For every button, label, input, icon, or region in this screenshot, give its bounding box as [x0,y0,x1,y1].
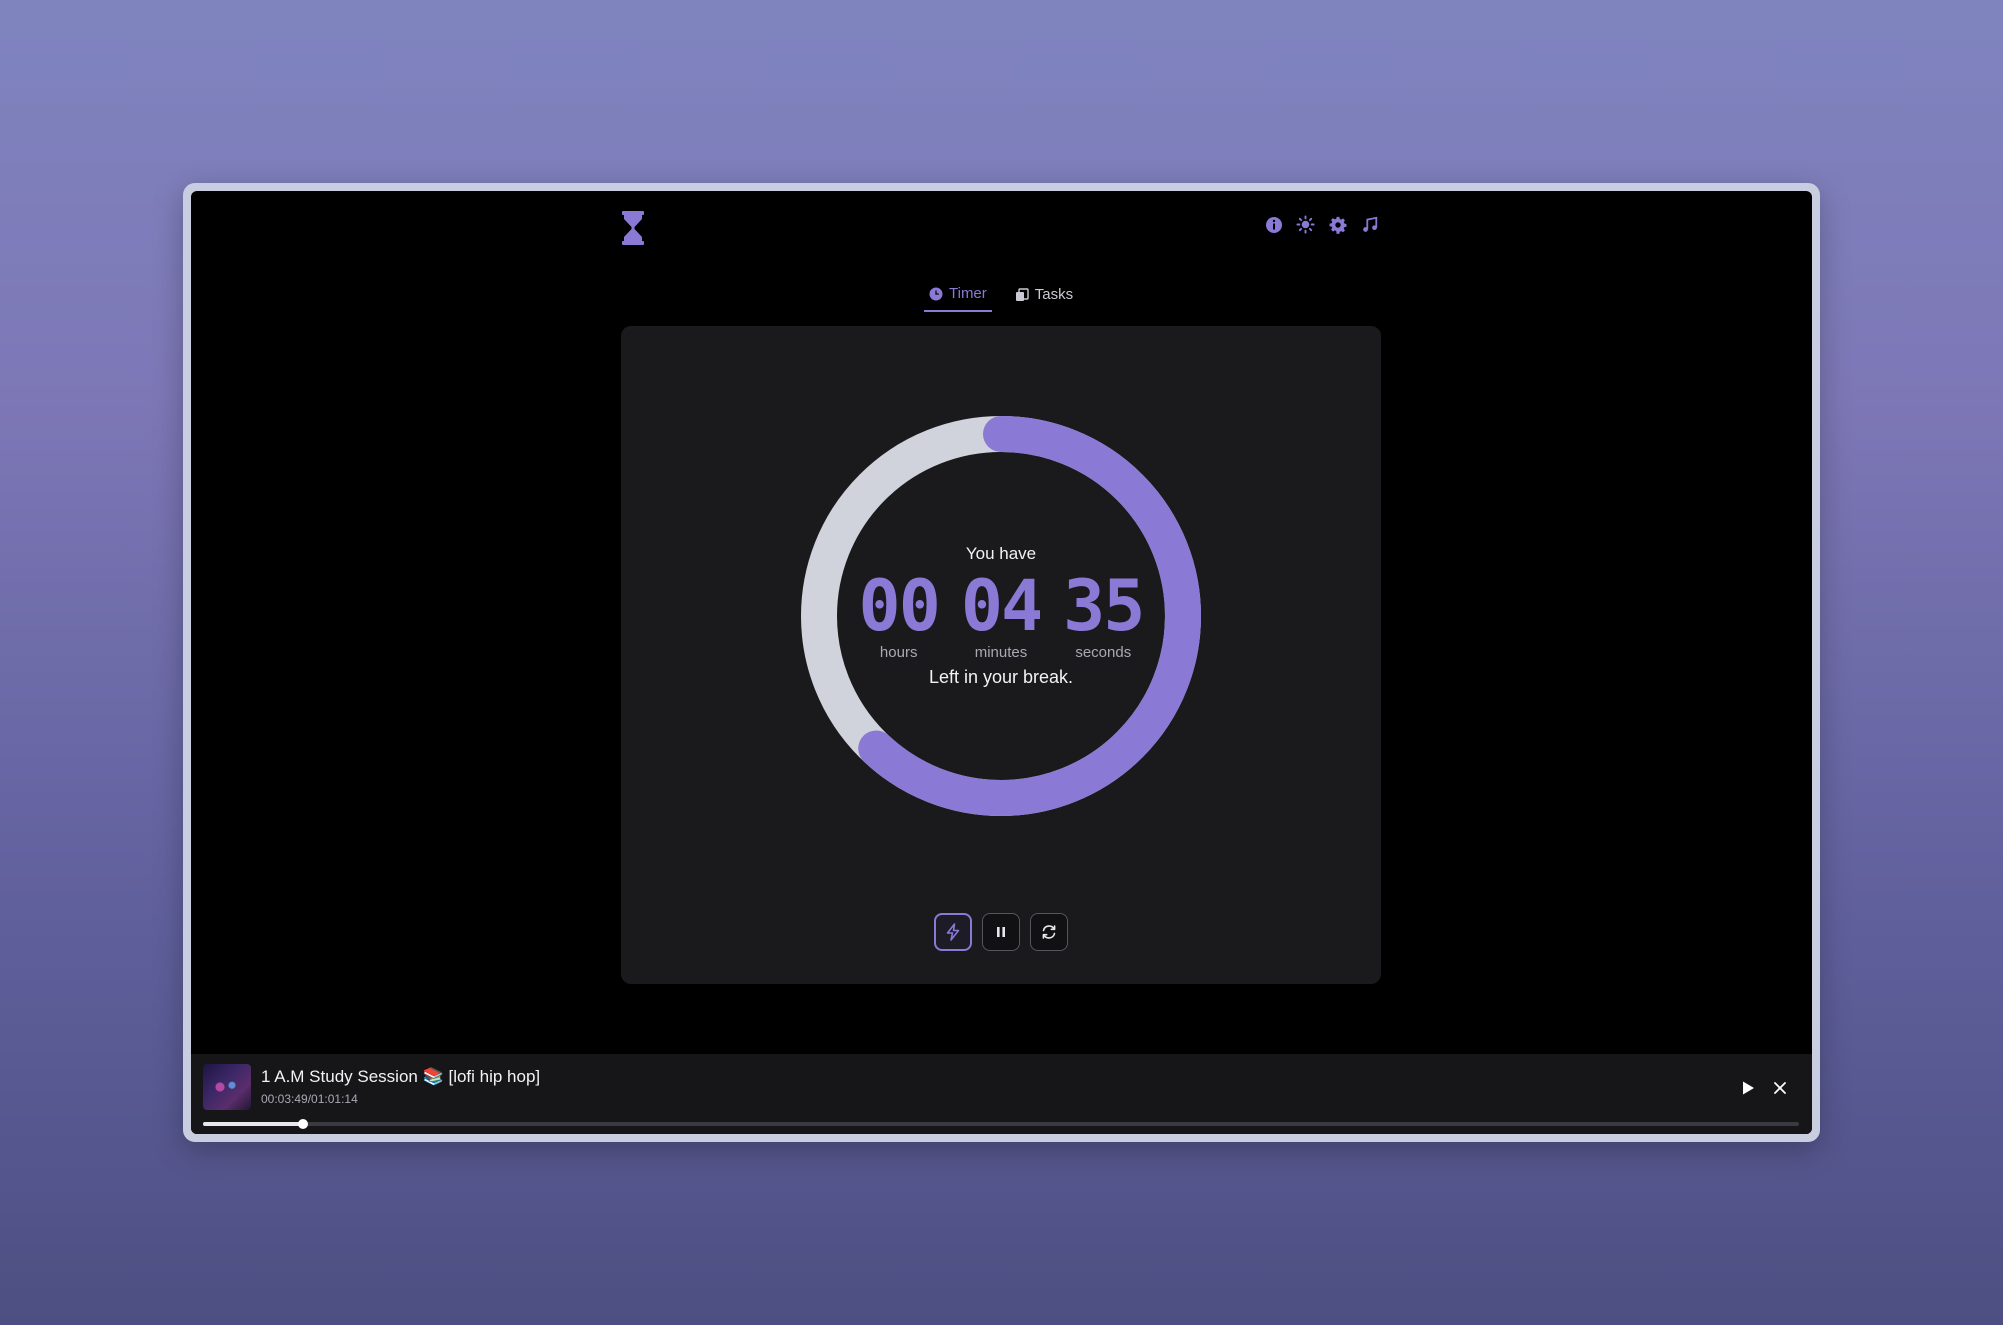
track-thumbnail [203,1064,251,1110]
track-progress-bar[interactable] [203,1119,1799,1129]
gear-icon[interactable] [1327,214,1348,235]
lightning-icon [946,923,960,941]
timer-readout: You have 00 hours 04 minutes 35 seconds [801,416,1201,816]
reset-button[interactable] [1030,913,1068,951]
pause-button[interactable] [982,913,1020,951]
minutes-label: minutes [974,644,1028,661]
tab-timer-label: Timer [949,285,987,302]
info-icon[interactable] [1263,214,1284,235]
pause-icon [997,927,1005,937]
sun-icon[interactable] [1295,214,1316,235]
track-time: 00:03:49/01:01:14 [261,1092,358,1106]
skip-button[interactable] [934,913,972,951]
music-player: 1 A.M Study Session 📚 [lofi hip hop] 00:… [191,1054,1812,1134]
hours-label: hours [879,644,918,661]
browser-window: Timer Tasks You have 00 hours 04 minutes… [183,183,1820,1142]
clock-icon [929,287,943,300]
close-player-button[interactable] [1768,1076,1792,1100]
app-screen: Timer Tasks You have 00 hours 04 minutes… [191,191,1812,1134]
timer-footer: Left in your break. [928,667,1074,687]
minutes-value: 04 [960,565,1043,647]
hourglass-logo-icon [621,211,645,245]
timer-heading: You have [965,544,1037,563]
hours-value: 00 [858,565,941,647]
close-icon [1774,1082,1786,1094]
seconds-label: seconds [1075,644,1132,661]
music-note-icon[interactable] [1359,214,1380,235]
view-tabs: Timer Tasks [924,281,1078,312]
seconds-value: 35 [1063,565,1145,647]
track-progress-fill [203,1122,303,1126]
timer-controls [934,913,1068,951]
seconds-unit: 35 seconds [1063,565,1145,661]
play-button[interactable] [1736,1076,1760,1100]
tab-tasks[interactable]: Tasks [1010,281,1078,312]
tab-timer[interactable]: Timer [924,281,992,312]
timer-card: You have 00 hours 04 minutes 35 seconds [621,326,1381,984]
clipboard-icon [1015,287,1029,301]
track-title: 1 A.M Study Session 📚 [lofi hip hop] [261,1067,541,1086]
timer-digits: 00 hours 04 minutes 35 seconds [858,565,1146,661]
play-icon [1743,1081,1754,1095]
refresh-icon [1042,925,1056,939]
hours-unit: 00 hours [858,565,941,661]
header-actions [1263,214,1380,235]
track-progress-knob[interactable] [297,1119,308,1129]
tab-tasks-label: Tasks [1034,286,1074,303]
minutes-unit: 04 minutes [960,565,1043,661]
